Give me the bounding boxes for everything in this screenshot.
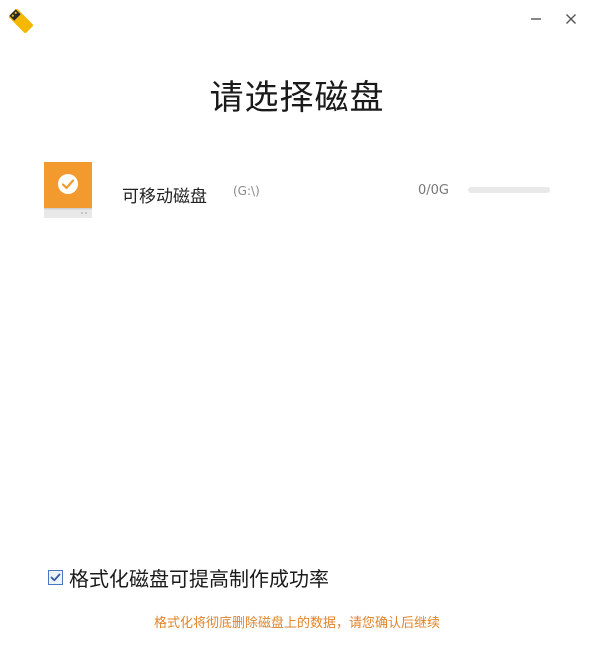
disk-size: 0/0G: [418, 183, 449, 198]
disk-path: (G:\): [233, 184, 260, 198]
format-disk-checkbox[interactable]: [48, 570, 63, 585]
disk-name: 可移动磁盘: [122, 187, 207, 207]
close-icon: [566, 14, 576, 24]
checkbox-check-icon: [50, 573, 61, 582]
usb-drive-logo-icon: [6, 6, 36, 36]
format-warning-text: 格式化将彻底删除磁盘上的数据，请您确认后继续: [153, 616, 440, 631]
minimize-icon: [531, 18, 541, 20]
format-disk-label: 格式化磁盘可提高制作成功率: [69, 567, 329, 591]
disk-usage-bar: [468, 187, 550, 193]
minimize-button[interactable]: [525, 8, 547, 30]
checkmark-icon: [58, 174, 78, 194]
disk-list-item[interactable]: 可移动磁盘 (G:\) 0/0G: [40, 158, 560, 226]
removable-disk-icon: [44, 162, 92, 220]
close-button[interactable]: [560, 8, 582, 30]
format-disk-option[interactable]: 格式化磁盘可提高制作成功率: [48, 563, 329, 592]
page-title: 请选择磁盘: [209, 78, 385, 118]
